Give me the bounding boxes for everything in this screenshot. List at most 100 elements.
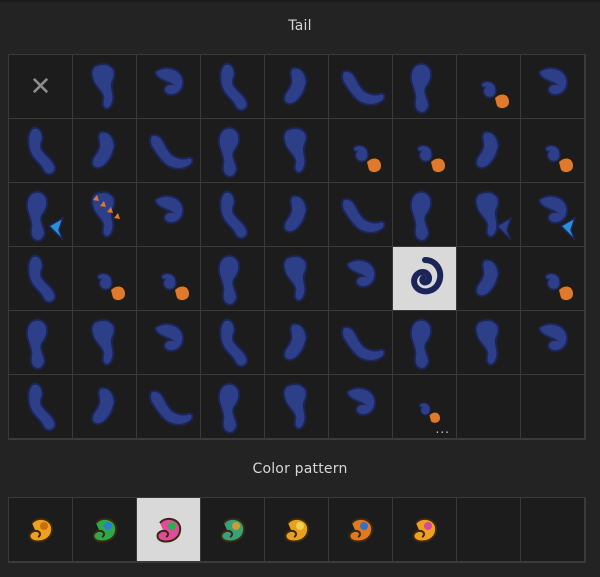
tail-icon [273, 58, 321, 116]
tail-option[interactable] [265, 247, 329, 311]
tail-icon [145, 122, 193, 180]
tail-option[interactable] [9, 375, 73, 439]
tail-option[interactable] [73, 183, 137, 247]
tail-option[interactable] [137, 55, 201, 119]
tail-option[interactable] [9, 247, 73, 311]
color-pattern-options-grid [8, 497, 586, 563]
tail-icon [529, 58, 577, 116]
tail-icon [465, 314, 513, 372]
tail-option[interactable] [521, 119, 585, 183]
tail-option[interactable] [137, 183, 201, 247]
tail-option[interactable] [521, 183, 585, 247]
tail-fin-icon [17, 186, 65, 244]
none-icon: ✕ [29, 71, 52, 102]
tail-option[interactable] [329, 247, 393, 311]
tail-option[interactable] [201, 55, 265, 119]
tail-icon [273, 122, 321, 180]
tail-icon [145, 186, 193, 244]
tail-icon [145, 314, 193, 372]
color-pattern-icon [216, 513, 250, 547]
tail-option[interactable] [457, 311, 521, 375]
tail-option[interactable] [265, 375, 329, 439]
tail-icon [337, 186, 385, 244]
tail-option[interactable] [73, 311, 137, 375]
tail-option[interactable] [457, 247, 521, 311]
tail-empty-slot [457, 375, 521, 439]
tail-option[interactable]: ✕ [9, 55, 73, 119]
tail-tuft-icon [529, 250, 577, 308]
tail-icon [209, 122, 257, 180]
tail-option[interactable] [457, 183, 521, 247]
tail-option[interactable] [457, 55, 521, 119]
tail-option[interactable] [137, 375, 201, 439]
tail-icon [17, 378, 65, 436]
tail-option[interactable] [73, 247, 137, 311]
tail-option[interactable] [137, 119, 201, 183]
tail-option[interactable] [521, 311, 585, 375]
tail-option[interactable] [329, 183, 393, 247]
color-pattern-empty-slot [457, 498, 521, 562]
tail-option[interactable] [329, 55, 393, 119]
tail-icon [273, 314, 321, 372]
tail-option[interactable] [265, 55, 329, 119]
tail-option[interactable]: ... [393, 375, 457, 439]
tail-option[interactable] [393, 311, 457, 375]
tail-option[interactable] [329, 375, 393, 439]
tail-option[interactable] [9, 119, 73, 183]
color-pattern-option[interactable] [137, 498, 201, 562]
tail-icon [81, 122, 129, 180]
tail-icon [209, 314, 257, 372]
tail-tuft-icon [529, 122, 577, 180]
color-pattern-option[interactable] [329, 498, 393, 562]
tail-icon [401, 186, 449, 244]
tail-option[interactable] [201, 375, 265, 439]
tail-spiked-icon [81, 186, 129, 244]
tail-option[interactable] [393, 183, 457, 247]
color-pattern-icon [344, 513, 378, 547]
tail-option[interactable] [73, 55, 137, 119]
tail-icon [209, 250, 257, 308]
tail-option[interactable] [137, 311, 201, 375]
color-pattern-section-title: Color pattern [252, 461, 348, 477]
tail-option[interactable] [201, 247, 265, 311]
tail-icon [145, 378, 193, 436]
tail-option[interactable] [521, 247, 585, 311]
tail-option[interactable] [329, 119, 393, 183]
color-pattern-option[interactable] [73, 498, 137, 562]
tail-icon [337, 314, 385, 372]
color-pattern-option[interactable] [201, 498, 265, 562]
tail-option[interactable] [393, 247, 457, 311]
tail-option[interactable] [137, 247, 201, 311]
tail-option[interactable] [201, 183, 265, 247]
tail-option[interactable] [393, 55, 457, 119]
tail-option[interactable] [73, 119, 137, 183]
tail-option[interactable] [393, 119, 457, 183]
color-pattern-option[interactable] [265, 498, 329, 562]
tail-option[interactable] [9, 311, 73, 375]
tail-icon [81, 314, 129, 372]
tail-option[interactable] [521, 55, 585, 119]
tail-option[interactable] [265, 119, 329, 183]
tail-option[interactable] [457, 119, 521, 183]
tail-icon [81, 58, 129, 116]
tail-option[interactable] [73, 375, 137, 439]
color-pattern-option[interactable] [9, 498, 73, 562]
tail-fin-icon [465, 186, 513, 244]
more-options-indicator: ... [435, 422, 450, 436]
tail-tuft-icon [337, 122, 385, 180]
tail-icon [209, 186, 257, 244]
tail-option[interactable] [265, 183, 329, 247]
tail-option[interactable] [265, 311, 329, 375]
color-pattern-icon [24, 513, 58, 547]
tail-icon [529, 314, 577, 372]
tail-option[interactable] [329, 311, 393, 375]
color-pattern-option[interactable] [393, 498, 457, 562]
tail-option[interactable] [9, 183, 73, 247]
tail-options-grid: ✕... [8, 54, 586, 440]
tail-option[interactable] [201, 119, 265, 183]
tail-option[interactable] [201, 311, 265, 375]
color-pattern-empty-slot [521, 498, 585, 562]
tail-icon [273, 378, 321, 436]
tail-icon [465, 122, 513, 180]
tail-icon [401, 314, 449, 372]
